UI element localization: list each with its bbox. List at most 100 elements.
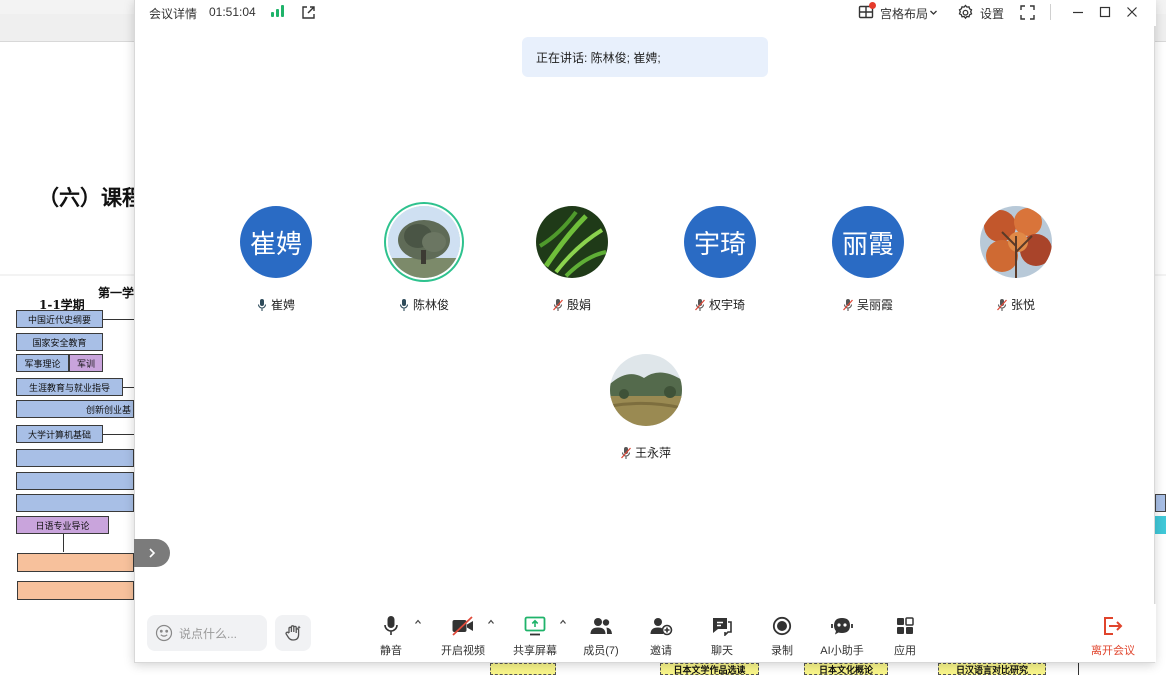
microphone-muted-icon bbox=[553, 298, 563, 311]
course-box-empty bbox=[490, 663, 556, 675]
maximize-icon[interactable] bbox=[1096, 3, 1114, 21]
start-video-button[interactable]: 开启视频 bbox=[439, 614, 487, 658]
avatar bbox=[980, 206, 1052, 278]
participant-tile[interactable]: 殷娟 bbox=[517, 206, 627, 316]
speaking-banner: 正在讲话: 陈林俊; 崔娉; bbox=[522, 37, 768, 77]
video-off-icon bbox=[452, 616, 473, 636]
avatar: 宇琦 bbox=[684, 206, 756, 278]
course-box-empty bbox=[17, 553, 134, 572]
start-video-label: 开启视频 bbox=[441, 645, 485, 657]
flow-arrow bbox=[123, 387, 134, 388]
fern-photo bbox=[536, 206, 608, 278]
leave-meeting-button[interactable]: 离开会议 bbox=[1088, 614, 1138, 658]
microphone-muted-icon bbox=[997, 298, 1007, 311]
apps-button[interactable]: 应用 bbox=[891, 614, 919, 658]
ai-assistant-icon bbox=[831, 618, 853, 635]
chevron-up-icon[interactable] bbox=[414, 618, 422, 626]
course-box: 国家安全教育 bbox=[16, 333, 103, 351]
autumn-tree-photo bbox=[980, 206, 1052, 278]
microphone-muted-icon bbox=[621, 446, 631, 459]
emoji-icon[interactable] bbox=[155, 624, 173, 642]
meeting-window: 会议详情 01:51:04 宫格布局 设置 正在讲话: 陈林俊; 崔娉; 崔娉 … bbox=[134, 0, 1156, 663]
participant-tile[interactable]: 丽霞 吴丽霞 bbox=[813, 206, 923, 316]
record-icon bbox=[772, 616, 792, 636]
network-signal-icon[interactable] bbox=[271, 5, 285, 17]
participant-tile[interactable]: 张悦 bbox=[961, 206, 1071, 316]
microphone-icon bbox=[399, 298, 409, 311]
course-box: 日本文化概论 bbox=[804, 663, 888, 675]
course-box-empty bbox=[16, 449, 134, 467]
course-box: 军训 bbox=[69, 354, 103, 372]
ai-assistant-button[interactable]: AI小助手 bbox=[817, 614, 867, 658]
course-box: 军事理论 bbox=[16, 354, 69, 372]
participant-tile[interactable]: 王永萍 bbox=[591, 354, 701, 464]
participant-name: 张悦 bbox=[1010, 298, 1035, 312]
microphone-icon bbox=[257, 298, 267, 311]
course-box: 中国近代史纲要 bbox=[16, 310, 103, 328]
avatar: 丽霞 bbox=[832, 206, 904, 278]
layout-menu[interactable]: 宫格布局 bbox=[880, 5, 928, 22]
chevron-up-icon[interactable] bbox=[559, 618, 567, 626]
meeting-timer: 01:51:04 bbox=[209, 5, 256, 19]
settings-button[interactable]: 设置 bbox=[980, 5, 1004, 22]
share-screen-icon bbox=[524, 616, 546, 636]
raise-hand-button[interactable] bbox=[275, 615, 311, 651]
expand-sidebar-button[interactable] bbox=[134, 539, 170, 567]
microphone-icon bbox=[384, 616, 398, 635]
apps-icon bbox=[897, 617, 914, 634]
grid-layout-icon[interactable] bbox=[857, 2, 876, 21]
meeting-details-link[interactable]: 会议详情 bbox=[149, 5, 197, 22]
course-box: 日汉语言对比研究 bbox=[938, 663, 1046, 675]
ai-assistant-label: AI小助手 bbox=[820, 645, 864, 657]
participant-tile[interactable]: 陈林俊 bbox=[369, 206, 479, 316]
participant-name: 崔娉 bbox=[270, 298, 295, 312]
invite-user-icon bbox=[650, 618, 673, 636]
participant-name: 王永萍 bbox=[634, 446, 671, 460]
microphone-muted-icon bbox=[695, 298, 705, 311]
close-icon[interactable] bbox=[1123, 3, 1141, 21]
share-screen-button[interactable]: 共享屏幕 bbox=[511, 614, 559, 658]
participant-name: 权宇琦 bbox=[708, 298, 745, 312]
chat-icon bbox=[713, 618, 732, 636]
invite-button[interactable]: 邀请 bbox=[646, 614, 676, 658]
chevron-down-icon[interactable] bbox=[927, 3, 939, 21]
members-label: 成员(7) bbox=[583, 645, 619, 657]
participant-tile[interactable]: 崔娉 崔娉 bbox=[221, 206, 331, 316]
microphone-muted-icon bbox=[843, 298, 853, 311]
chat-placeholder: 说点什么... bbox=[179, 626, 238, 641]
avatar bbox=[536, 206, 608, 278]
course-box-empty bbox=[16, 494, 134, 512]
leave-meeting-label: 离开会议 bbox=[1091, 645, 1135, 657]
minimize-icon[interactable] bbox=[1069, 3, 1087, 21]
participant-tile[interactable]: 宇琦 权宇琦 bbox=[665, 206, 775, 316]
share-screen-label: 共享屏幕 bbox=[513, 645, 557, 657]
course-box: 日本文学作品选读 bbox=[660, 663, 759, 675]
fullscreen-icon[interactable] bbox=[1018, 3, 1036, 21]
meeting-toolbar: 说点什么... 静音 开启视频 共享屏幕 成员(7) 邀请 聊天 录制 AI小助… bbox=[135, 604, 1156, 662]
course-box-empty bbox=[16, 472, 134, 490]
course-box: 大学计算机基础 bbox=[16, 425, 103, 443]
raise-hand-icon bbox=[285, 625, 301, 641]
flow-arrow bbox=[103, 319, 134, 320]
quick-chat-input[interactable]: 说点什么... bbox=[147, 615, 267, 651]
apps-label: 应用 bbox=[894, 645, 916, 657]
notification-dot bbox=[869, 2, 876, 9]
avatar: 崔娉 bbox=[240, 206, 312, 278]
titlebar-divider bbox=[1050, 4, 1051, 20]
record-label: 录制 bbox=[771, 645, 793, 657]
gear-icon[interactable] bbox=[956, 3, 974, 21]
document-heading: （六）课程 bbox=[38, 185, 143, 210]
members-button[interactable]: 成员(7) bbox=[581, 614, 621, 658]
mute-button[interactable]: 静音 bbox=[377, 614, 405, 658]
document-edge bbox=[1155, 42, 1166, 274]
members-icon bbox=[590, 618, 612, 634]
popout-icon[interactable] bbox=[299, 3, 317, 21]
chat-button[interactable]: 聊天 bbox=[707, 614, 737, 658]
flow-arrow bbox=[103, 434, 134, 435]
participant-name: 陈林俊 bbox=[412, 298, 449, 312]
course-box: 创新创业基 bbox=[16, 400, 134, 418]
chevron-up-icon[interactable] bbox=[487, 618, 495, 626]
course-box-empty bbox=[17, 581, 134, 600]
avatar bbox=[388, 206, 460, 278]
record-button[interactable]: 录制 bbox=[767, 614, 797, 658]
